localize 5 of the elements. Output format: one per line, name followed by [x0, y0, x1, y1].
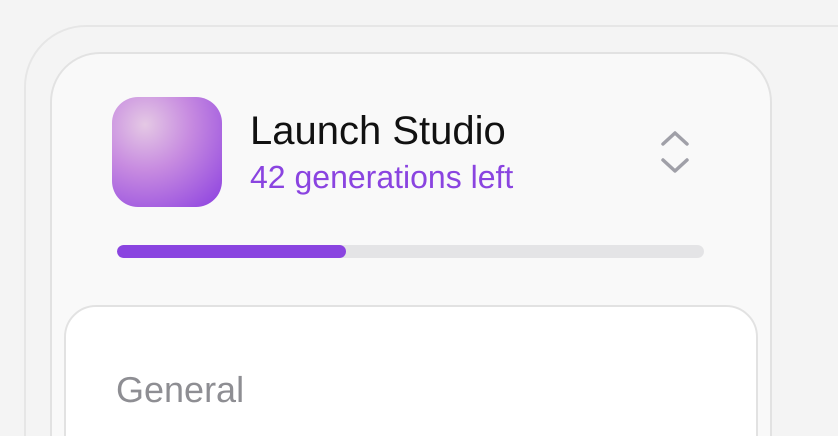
generations-left: 42 generations left — [250, 158, 514, 197]
workspace-name: Launch Studio — [250, 108, 507, 155]
chevron-up-down-icon[interactable] — [660, 130, 690, 174]
section-title: General — [116, 369, 244, 410]
workspace-logo-icon — [112, 97, 222, 207]
